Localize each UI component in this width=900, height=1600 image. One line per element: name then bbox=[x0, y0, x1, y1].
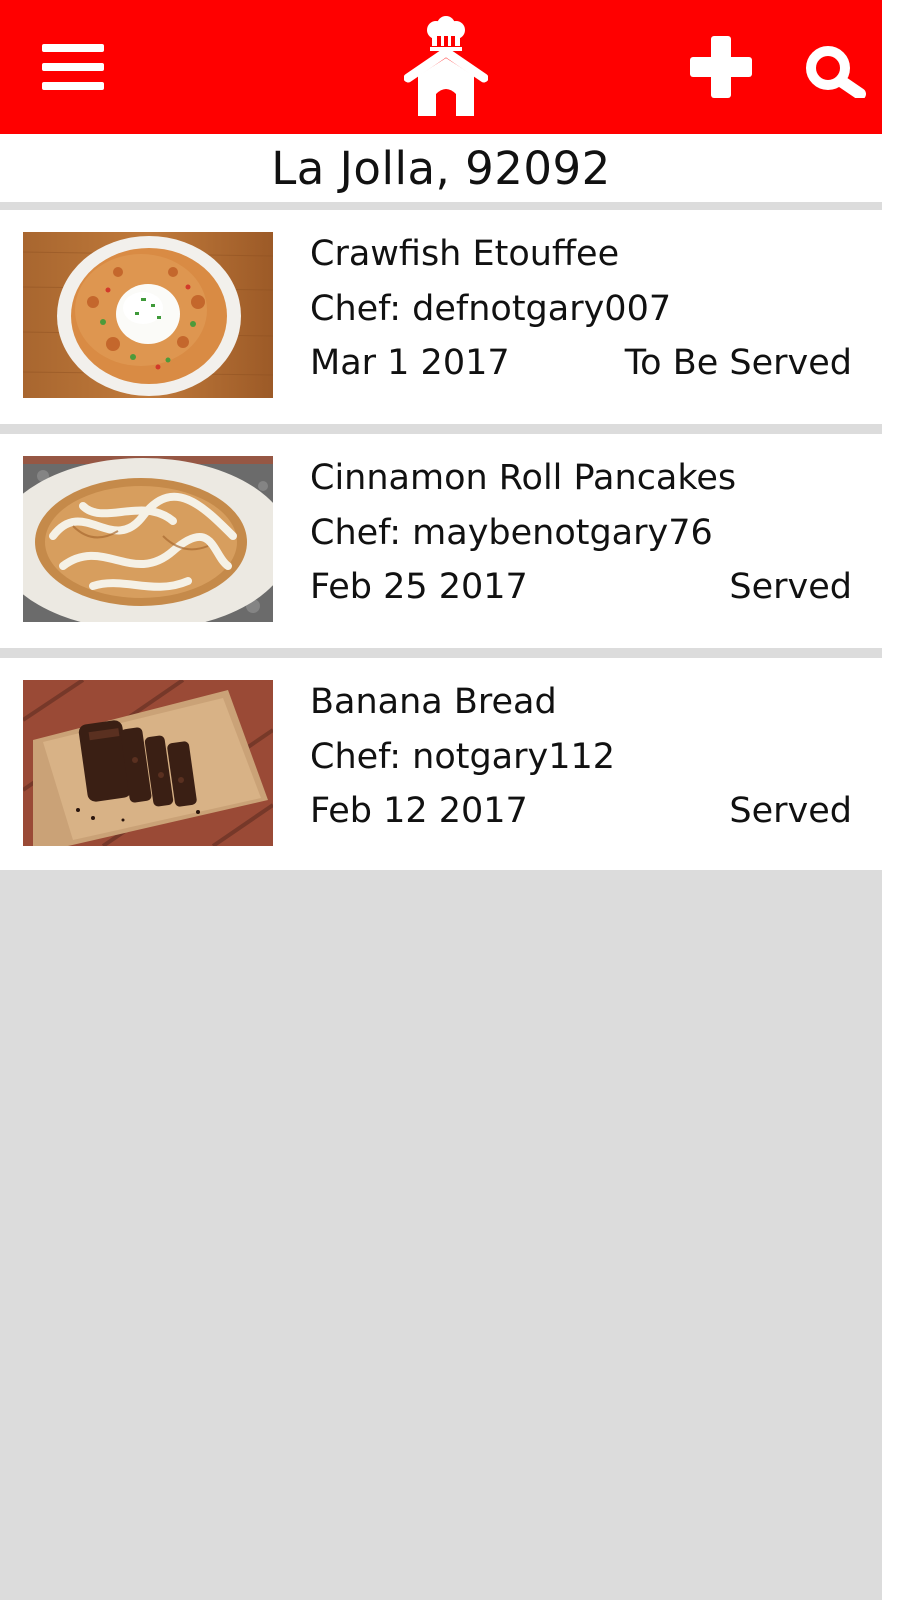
meal-status: Served bbox=[729, 791, 852, 831]
search-icon[interactable] bbox=[804, 44, 866, 100]
meal-chef: Chef: maybenotgary76 bbox=[310, 513, 713, 553]
meal-title: Cinnamon Roll Pancakes bbox=[310, 458, 737, 498]
meal-chef: Chef: defnotgary007 bbox=[310, 289, 672, 329]
meal-status: To Be Served bbox=[624, 343, 852, 383]
right-gutter bbox=[882, 0, 900, 1600]
meal-title: Banana Bread bbox=[310, 682, 557, 722]
hamburger-menu-icon[interactable] bbox=[42, 44, 104, 90]
banana-bread-photo bbox=[23, 680, 273, 846]
meal-chef: Chef: notgary112 bbox=[310, 737, 616, 777]
meal-card[interactable]: Banana Bread Chef: notgary112 Feb 12 201… bbox=[0, 658, 882, 875]
location-label: La Jolla, 92092 bbox=[0, 134, 882, 202]
meal-status: Served bbox=[729, 567, 852, 607]
meal-list: Crawfish Etouffee Chef: defnotgary007 Ma… bbox=[0, 210, 882, 875]
meal-card[interactable]: Cinnamon Roll Pancakes Chef: maybenotgar… bbox=[0, 434, 882, 648]
meal-date: Feb 12 2017 bbox=[310, 791, 528, 831]
meal-date: Feb 25 2017 bbox=[310, 567, 528, 607]
empty-list-area bbox=[0, 870, 882, 1600]
crawfish-etouffee-photo bbox=[23, 232, 273, 398]
meal-date: Mar 1 2017 bbox=[310, 343, 510, 383]
chef-house-icon[interactable] bbox=[403, 16, 489, 118]
meal-card[interactable]: Crawfish Etouffee Chef: defnotgary007 Ma… bbox=[0, 210, 882, 424]
meal-title: Crawfish Etouffee bbox=[310, 234, 620, 274]
app-bar bbox=[0, 0, 882, 134]
plus-icon[interactable] bbox=[690, 36, 752, 98]
cinnamon-roll-pancakes-photo bbox=[23, 456, 273, 622]
